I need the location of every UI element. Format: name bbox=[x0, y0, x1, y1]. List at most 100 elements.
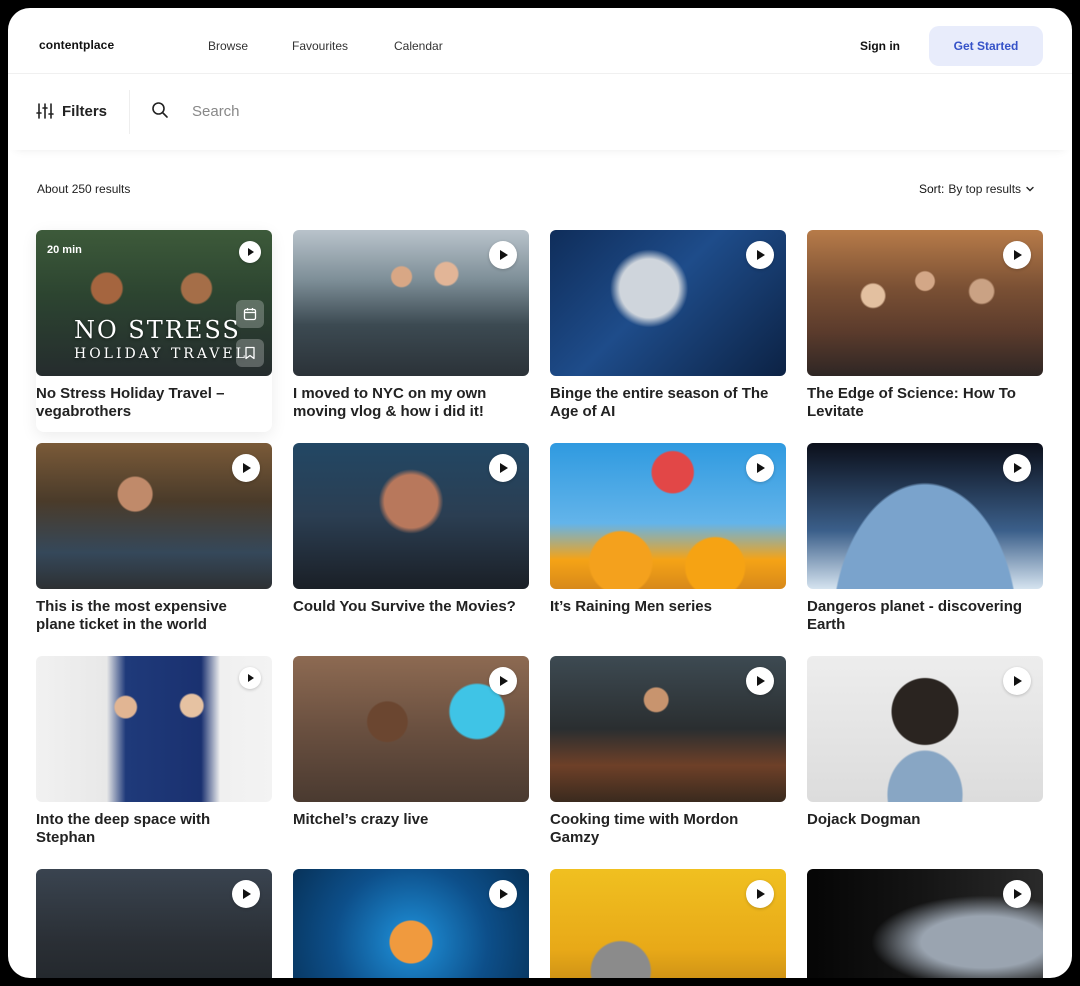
video-thumbnail[interactable] bbox=[36, 656, 272, 802]
play-icon bbox=[500, 889, 508, 899]
video-thumbnail[interactable] bbox=[807, 656, 1043, 802]
sort-label: Sort: bbox=[919, 182, 945, 196]
play-button[interactable] bbox=[746, 241, 774, 269]
sign-in-link[interactable]: Sign in bbox=[860, 39, 900, 53]
filters-label: Filters bbox=[62, 102, 108, 120]
play-button[interactable] bbox=[1003, 241, 1031, 269]
video-card[interactable]: It’s Raining Men series bbox=[550, 443, 786, 616]
video-title[interactable]: Dojack Dogman bbox=[807, 811, 1043, 829]
filters-button[interactable]: Filters bbox=[36, 98, 107, 124]
video-card[interactable]: Binge the entire season of The Age of AI bbox=[550, 230, 786, 421]
nav-favourites[interactable]: Favourites bbox=[292, 39, 348, 53]
play-icon bbox=[1014, 463, 1022, 473]
filter-bar: Filters bbox=[8, 74, 1072, 150]
play-button[interactable] bbox=[489, 667, 517, 695]
video-thumbnail[interactable] bbox=[807, 230, 1043, 376]
video-thumbnail[interactable] bbox=[36, 869, 272, 978]
play-icon bbox=[1014, 676, 1022, 686]
video-title[interactable]: Dangeros planet - discovering Earth bbox=[807, 598, 1043, 634]
app-window: contentplace Browse Favourites Calendar … bbox=[8, 8, 1072, 978]
play-icon bbox=[248, 248, 254, 256]
play-button[interactable] bbox=[746, 880, 774, 908]
video-card[interactable] bbox=[807, 869, 1043, 978]
sliders-icon bbox=[36, 103, 54, 119]
play-icon bbox=[500, 676, 508, 686]
play-button[interactable] bbox=[1003, 454, 1031, 482]
chevron-down-icon bbox=[1026, 186, 1034, 192]
video-thumbnail[interactable]: 20 min NO STRESS HOLIDAY TRAVEL bbox=[36, 230, 272, 376]
video-title[interactable]: Could You Survive the Movies? bbox=[293, 598, 529, 616]
video-thumbnail[interactable] bbox=[293, 443, 529, 589]
video-card[interactable] bbox=[293, 869, 529, 978]
video-card[interactable]: Cooking time with Mordon Gamzy bbox=[550, 656, 786, 847]
video-thumbnail[interactable] bbox=[293, 230, 529, 376]
play-button[interactable] bbox=[239, 241, 261, 263]
play-button[interactable] bbox=[1003, 880, 1031, 908]
video-card[interactable]: 20 min NO STRESS HOLIDAY TRAVEL No Stres… bbox=[36, 230, 272, 432]
video-thumbnail[interactable] bbox=[36, 443, 272, 589]
results-count: About 250 results bbox=[37, 182, 131, 196]
nav-calendar[interactable]: Calendar bbox=[394, 39, 443, 53]
play-button[interactable] bbox=[232, 880, 260, 908]
logo[interactable]: contentplace bbox=[39, 38, 114, 52]
play-button[interactable] bbox=[746, 454, 774, 482]
play-button[interactable] bbox=[489, 880, 517, 908]
video-thumbnail[interactable] bbox=[550, 443, 786, 589]
overlay-line-1: NO STRESS bbox=[74, 316, 241, 344]
video-title[interactable]: The Edge of Science: How To Levitate bbox=[807, 385, 1043, 421]
play-button[interactable] bbox=[1003, 667, 1031, 695]
play-icon bbox=[248, 674, 254, 682]
video-title[interactable]: Mitchel’s crazy live bbox=[293, 811, 529, 829]
calendar-icon bbox=[243, 308, 257, 321]
video-card[interactable]: Mitchel’s crazy live bbox=[293, 656, 529, 829]
video-thumbnail[interactable] bbox=[807, 869, 1043, 978]
nav-browse[interactable]: Browse bbox=[208, 39, 248, 53]
play-icon bbox=[757, 889, 765, 899]
video-title[interactable]: Cooking time with Mordon Gamzy bbox=[550, 811, 786, 847]
video-title[interactable]: This is the most expensive plane ticket … bbox=[36, 598, 272, 634]
play-icon bbox=[757, 463, 765, 473]
video-thumbnail[interactable] bbox=[550, 656, 786, 802]
sort-value: By top results bbox=[948, 182, 1022, 196]
thumbnail-overlay-title: NO STRESS HOLIDAY TRAVEL bbox=[74, 316, 248, 362]
play-button[interactable] bbox=[232, 454, 260, 482]
video-thumbnail[interactable] bbox=[293, 656, 529, 802]
video-thumbnail[interactable] bbox=[293, 869, 529, 978]
sort-dropdown[interactable]: Sort: By top results bbox=[919, 182, 1035, 196]
schedule-button[interactable] bbox=[236, 300, 264, 328]
get-started-button[interactable]: Get Started bbox=[929, 26, 1043, 66]
video-card[interactable]: Dangeros planet - discovering Earth bbox=[807, 443, 1043, 634]
video-title[interactable]: Into the deep space with Stephan bbox=[36, 811, 272, 847]
play-icon bbox=[500, 250, 508, 260]
video-card[interactable]: The Edge of Science: How To Levitate bbox=[807, 230, 1043, 421]
video-title[interactable]: Binge the entire season of The Age of AI bbox=[550, 385, 786, 421]
search-input[interactable] bbox=[192, 98, 492, 124]
play-button[interactable] bbox=[489, 454, 517, 482]
video-card[interactable]: Dojack Dogman bbox=[807, 656, 1043, 829]
search-icon bbox=[152, 102, 168, 118]
play-icon bbox=[500, 463, 508, 473]
play-button[interactable] bbox=[746, 667, 774, 695]
video-title[interactable]: It’s Raining Men series bbox=[550, 598, 786, 616]
video-title[interactable]: No Stress Holiday Travel – vegabrothers bbox=[36, 385, 272, 421]
duration-badge: 20 min bbox=[47, 244, 82, 256]
video-card[interactable] bbox=[550, 869, 786, 978]
video-thumbnail[interactable] bbox=[550, 869, 786, 978]
bookmark-icon bbox=[245, 346, 255, 360]
video-thumbnail[interactable] bbox=[807, 443, 1043, 589]
play-button[interactable] bbox=[239, 667, 261, 689]
overlay-line-2: HOLIDAY TRAVEL bbox=[74, 346, 248, 362]
video-title[interactable]: I moved to NYC on my own moving vlog & h… bbox=[293, 385, 529, 421]
play-icon bbox=[243, 463, 251, 473]
video-card[interactable] bbox=[36, 869, 272, 978]
video-card[interactable]: Could You Survive the Movies? bbox=[293, 443, 529, 616]
divider bbox=[129, 90, 130, 134]
video-card[interactable]: I moved to NYC on my own moving vlog & h… bbox=[293, 230, 529, 421]
play-icon bbox=[1014, 250, 1022, 260]
video-card[interactable]: Into the deep space with Stephan bbox=[36, 656, 272, 847]
video-thumbnail[interactable] bbox=[550, 230, 786, 376]
bookmark-button[interactable] bbox=[236, 339, 264, 367]
play-button[interactable] bbox=[489, 241, 517, 269]
play-icon bbox=[757, 250, 765, 260]
video-card[interactable]: This is the most expensive plane ticket … bbox=[36, 443, 272, 634]
